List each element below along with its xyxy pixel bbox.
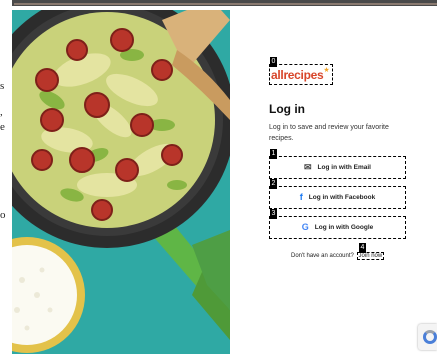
google-icon: G bbox=[301, 222, 309, 232]
element-marker: 0 bbox=[270, 57, 277, 67]
login-with-email-label: Log in with Email bbox=[317, 164, 371, 171]
background-text-fragment: , bbox=[0, 106, 3, 118]
background-text-fragment: s bbox=[0, 80, 5, 92]
facebook-icon: f bbox=[299, 192, 303, 202]
element-marker: 4 bbox=[359, 243, 366, 253]
signup-prompt-text: Don't have an account? bbox=[291, 253, 354, 259]
logo-star-icon: ★ bbox=[323, 67, 330, 74]
page-title: Log in bbox=[269, 102, 305, 116]
mail-icon: ✉ bbox=[304, 162, 312, 172]
element-marker: 3 bbox=[270, 209, 277, 219]
background-text-fragment: e bbox=[0, 121, 5, 133]
hero-food-image bbox=[12, 10, 230, 354]
login-with-google-button[interactable]: G Log in with Google bbox=[269, 216, 406, 239]
element-marker: 1 bbox=[270, 149, 277, 159]
allrecipes-logo: allrecipes bbox=[271, 68, 324, 82]
signup-prompt: Don't have an account? Join now bbox=[291, 252, 385, 260]
recaptcha-badge[interactable] bbox=[418, 324, 437, 350]
recaptcha-icon bbox=[423, 330, 437, 344]
login-subtitle: Log in to save and review your favorite … bbox=[269, 124, 389, 142]
element-marker: 2 bbox=[270, 179, 277, 189]
allrecipes-logo-link[interactable]: allrecipes★ bbox=[269, 64, 333, 85]
login-with-facebook-label: Log in with Facebook bbox=[308, 194, 376, 201]
login-with-email-button[interactable]: ✉ Log in with Email bbox=[269, 156, 406, 179]
login-with-facebook-button[interactable]: f Log in with Facebook bbox=[269, 186, 406, 209]
top-banner-strip bbox=[12, 0, 437, 6]
login-with-google-label: Log in with Google bbox=[314, 224, 374, 231]
join-now-link[interactable]: Join now bbox=[356, 252, 385, 260]
login-panel: allrecipes★ 0 Log in Log in to save and … bbox=[230, 10, 437, 354]
background-text-fragment: o bbox=[0, 209, 6, 221]
